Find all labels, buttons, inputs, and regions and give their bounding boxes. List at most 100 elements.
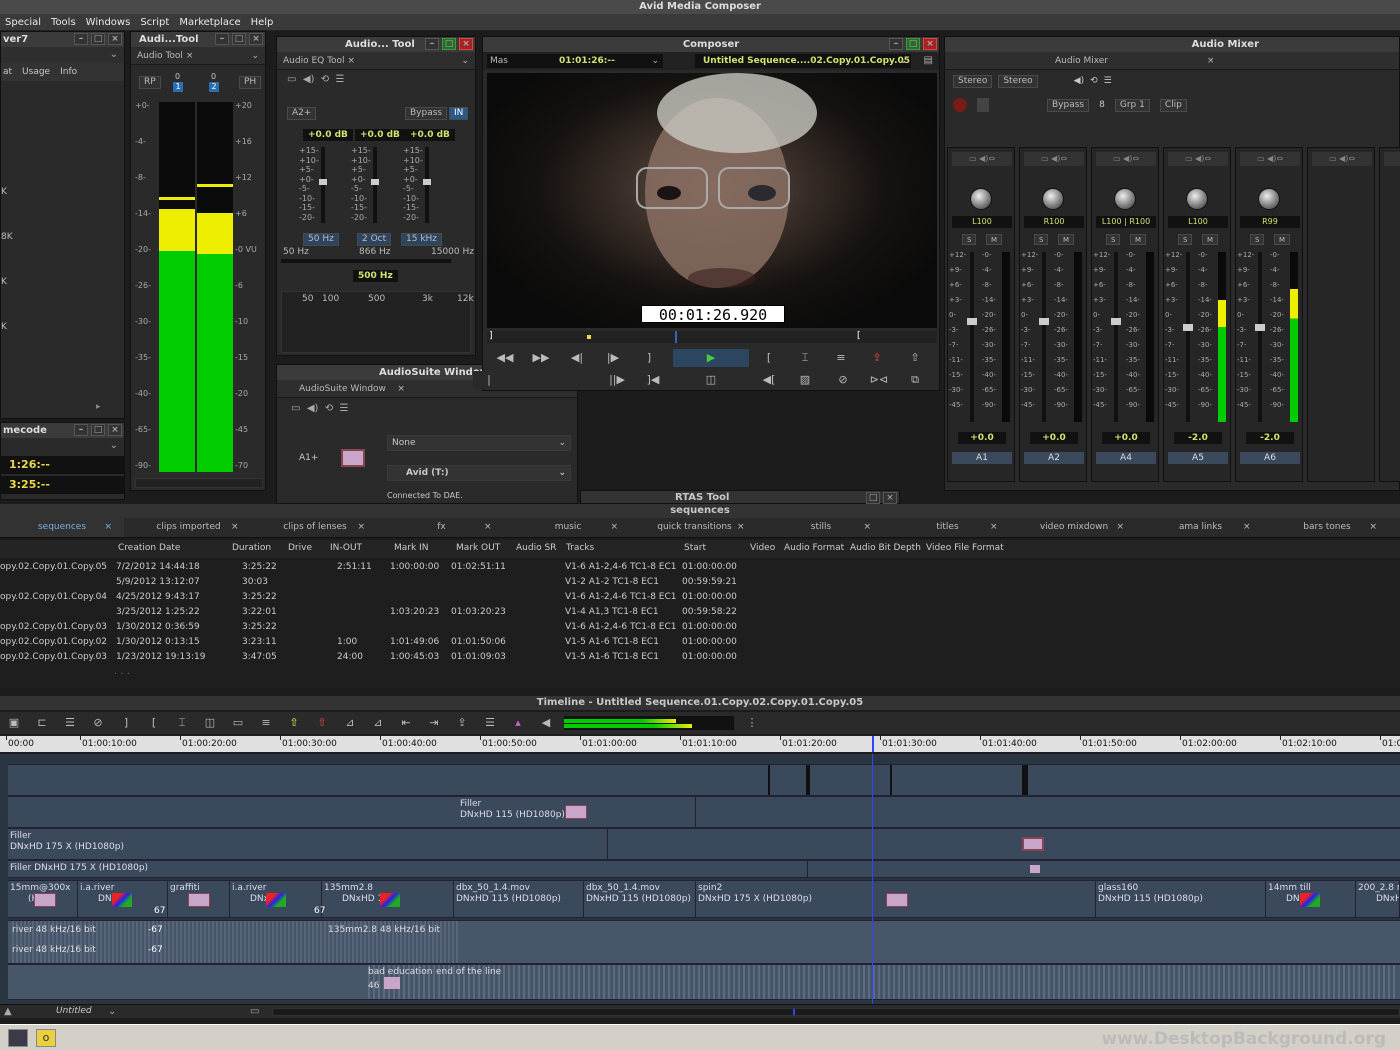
footer-dropdown-icon[interactable]: ⌄: [108, 1006, 116, 1017]
eq-fader[interactable]: [425, 147, 429, 223]
fader-handle[interactable]: [1255, 324, 1265, 331]
column-header[interactable]: Video: [750, 543, 775, 553]
column-header[interactable]: Creation Date: [118, 543, 180, 553]
maximize-button[interactable]: □: [232, 33, 246, 45]
grid-icon[interactable]: ☰: [340, 403, 349, 414]
segment-icon[interactable]: ◫: [202, 716, 218, 730]
close-tab-icon[interactable]: ×: [737, 518, 745, 537]
menu-tools[interactable]: Tools: [46, 17, 81, 28]
grid-icon[interactable]: ☰: [1104, 76, 1112, 86]
table-row[interactable]: opy.02.Copy.01.Copy.03 1/23/2012 19:13:19…: [0, 652, 1400, 667]
audio-tool-scrollbar[interactable]: [135, 478, 263, 488]
app-taskbar-icon[interactable]: o: [36, 1029, 56, 1047]
fader-track[interactable]: [1042, 252, 1046, 422]
close-tab-icon[interactable]: ×: [863, 518, 871, 537]
dropdown-icon[interactable]: ⌄: [110, 440, 118, 451]
close-button[interactable]: ×: [883, 492, 897, 504]
eq-track-button[interactable]: A2+: [287, 107, 317, 120]
eq-bypass-button[interactable]: Bypass: [405, 107, 448, 120]
minimize-button[interactable]: –: [215, 33, 229, 45]
fader-track[interactable]: [1186, 252, 1190, 422]
column-header[interactable]: Video File Format: [926, 543, 1004, 553]
move-left-icon[interactable]: ⇤: [398, 716, 414, 730]
pan-knob[interactable]: [1186, 188, 1208, 210]
eq-gain-low[interactable]: +0.0 dB: [303, 129, 353, 141]
play-button[interactable]: ▶: [673, 349, 749, 367]
filler-clip[interactable]: Filler DNxHD 175 X (HD1080p): [8, 861, 808, 877]
channel-name[interactable]: A5: [1168, 452, 1228, 464]
close-tab-icon[interactable]: ×: [990, 518, 998, 537]
record-icon[interactable]: [953, 98, 967, 112]
column-header[interactable]: Tracks: [566, 543, 594, 553]
position-bar[interactable]: ] [: [487, 331, 937, 343]
track-v4[interactable]: Filler DNxHD 175 X (HD1080p): [8, 828, 1400, 860]
eq-gain-high[interactable]: +0.0 dB: [405, 129, 455, 141]
track-a1-a2[interactable]: river 48 kHz/16 bit -67 river 48 kHz/16 …: [8, 920, 1400, 964]
menu-icon[interactable]: ☰: [482, 716, 498, 730]
minimize-button[interactable]: –: [74, 424, 88, 436]
timecode-display-2[interactable]: 3:25:--: [1, 476, 124, 494]
splice-button[interactable]: ≡: [825, 349, 857, 367]
close-tab-icon[interactable]: ×: [104, 518, 112, 537]
speaker-icon[interactable]: ◀): [303, 74, 315, 85]
pan-value[interactable]: L100: [952, 216, 1012, 228]
bin-tab[interactable]: music ×: [506, 518, 630, 537]
menu-special[interactable]: Special: [0, 17, 46, 28]
timeline-menu-icon[interactable]: ⋮: [744, 716, 760, 730]
close-tab-icon[interactable]: ×: [357, 518, 365, 537]
bin-tab[interactable]: sequences ×: [0, 518, 124, 537]
bin-tab[interactable]: clips of lenses ×: [253, 518, 377, 537]
grid-icon[interactable]: ☰: [336, 74, 345, 85]
bin-tab[interactable]: clips imported ×: [126, 518, 251, 537]
trim-icon[interactable]: ⊿: [342, 716, 358, 730]
ch2-button[interactable]: 2: [209, 82, 219, 92]
table-row[interactable]: opy.02.Copy.01.Copy.05 7/2/2012 14:44:18 3…: [0, 562, 1400, 577]
strip-buttons[interactable]: ▭ ◀)⇔: [952, 152, 1012, 166]
solo-button[interactable]: S: [1106, 234, 1121, 245]
timeline-scrollbar[interactable]: [272, 1008, 1400, 1016]
link-icon[interactable]: ☰: [62, 716, 78, 730]
eq-band-mid[interactable]: 2 Oct: [357, 233, 392, 246]
trash-icon[interactable]: [977, 98, 989, 112]
bin-tab[interactable]: bars tones ×: [1265, 518, 1389, 537]
go-to-in-button[interactable]: |: [473, 371, 505, 389]
eq-fader-handle[interactable]: [423, 179, 431, 185]
minimize-button[interactable]: –: [889, 38, 903, 50]
tab-audiosuite[interactable]: AudioSuite Window: [299, 384, 386, 394]
link-icon[interactable]: ▭: [287, 74, 296, 85]
mixer-bypass-button[interactable]: Bypass: [1047, 98, 1090, 112]
solo-button[interactable]: S: [1250, 234, 1265, 245]
track-a3[interactable]: bad education end of the line 46: [8, 964, 1400, 1000]
tab-info[interactable]: Info: [60, 63, 77, 81]
playhead[interactable]: [872, 754, 873, 1004]
video-viewer[interactable]: 00:01:26.920: [487, 73, 937, 328]
trim-button[interactable]: ◀[: [753, 371, 785, 389]
maximize-button[interactable]: □: [91, 424, 105, 436]
tab-at[interactable]: at: [3, 63, 12, 81]
effect-button[interactable]: ▨: [789, 371, 821, 389]
composer-menu-icon[interactable]: ▤: [924, 55, 933, 66]
table-row[interactable]: 3/25/2012 1:25:22 3:22:01 1:03:20:23 01:03:…: [0, 607, 1400, 622]
strip-buttons[interactable]: ▭ ◀)⇔: [1384, 152, 1400, 166]
clear-marks-button[interactable]: ⊘: [827, 371, 859, 389]
mute-button[interactable]: M: [986, 234, 1003, 245]
channel-name[interactable]: A4: [1096, 452, 1156, 464]
position-indicator[interactable]: [675, 331, 677, 343]
eq-gain-mid[interactable]: +0.0 dB: [355, 129, 405, 141]
bin-tab[interactable]: fx ×: [379, 518, 504, 537]
lift-button[interactable]: ⇧: [899, 349, 931, 367]
close-tab-icon[interactable]: ×: [1116, 518, 1124, 537]
minimize-button[interactable]: –: [425, 38, 439, 50]
gain-value[interactable]: +0.0: [1102, 432, 1150, 444]
marker-icon[interactable]: ▴: [510, 716, 526, 730]
eq-in-button[interactable]: IN: [449, 107, 469, 120]
extract-icon[interactable]: ⇧: [314, 716, 330, 730]
pan-value[interactable]: R100: [1024, 216, 1084, 228]
table-row[interactable]: opy.02.Copy.01.Copy.03 1/30/2012 0:36:59 3…: [0, 622, 1400, 637]
close-tab-icon[interactable]: ×: [186, 51, 194, 61]
ch1-button[interactable]: 1: [173, 82, 183, 92]
close-tab-icon[interactable]: ×: [1369, 518, 1377, 537]
stereo-button-1[interactable]: Stereo: [953, 74, 993, 88]
dropdown-icon[interactable]: ⌄: [251, 47, 259, 65]
tab-usage[interactable]: Usage: [22, 63, 50, 81]
